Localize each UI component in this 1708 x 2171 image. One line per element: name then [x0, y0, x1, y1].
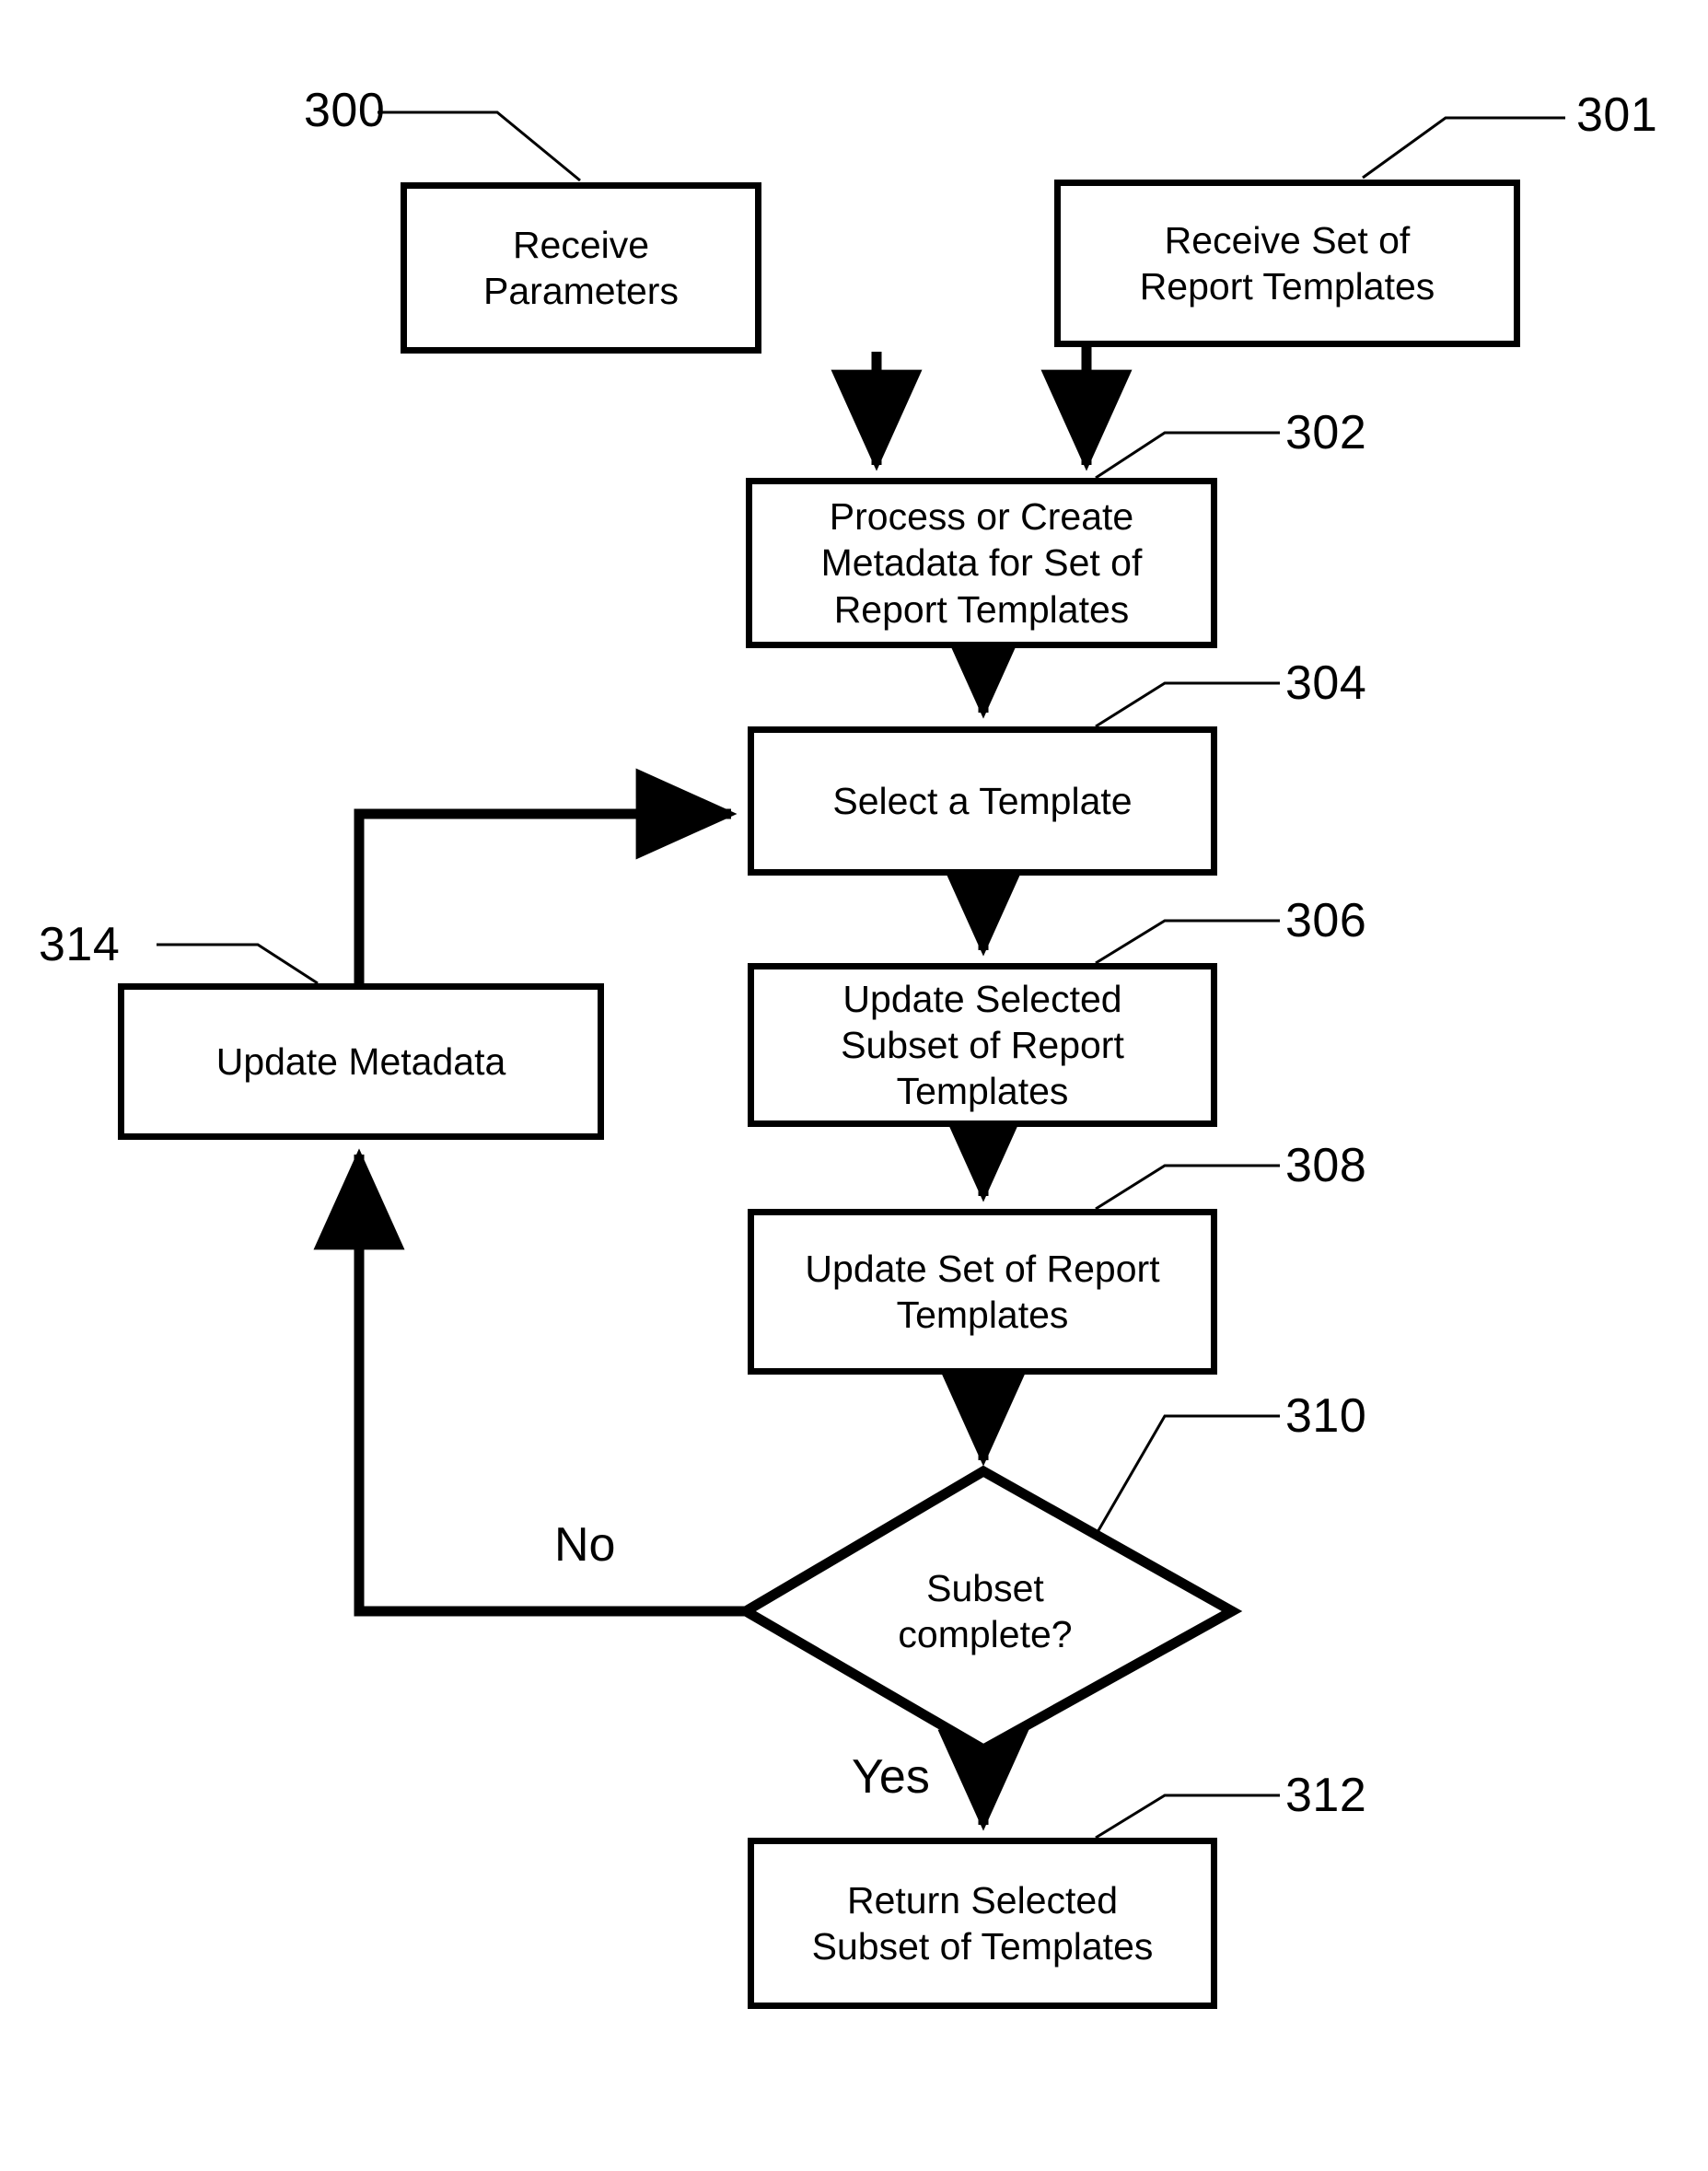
node-update-set-of-report-templates-label: Update Set of Report Templates — [805, 1247, 1160, 1336]
node-select-a-template[interactable]: Select a Template — [748, 726, 1217, 876]
edge-label-no: No — [554, 1518, 616, 1572]
leader-301 — [1362, 116, 1565, 180]
node-update-metadata[interactable]: Update Metadata — [118, 983, 604, 1140]
leader-314 — [157, 943, 319, 985]
node-process-or-create-metadata-label: Process or Create Metadata for Set of Re… — [820, 495, 1143, 631]
edge-310-no-to-314 — [313, 1148, 746, 1617]
leader-302 — [1095, 431, 1280, 480]
ref-label-301: 301 — [1576, 88, 1658, 142]
node-subset-complete-decision[interactable]: Subset complete? — [829, 1528, 1142, 1694]
flowchart-canvas: Receive Parameters Receive Set of Report… — [0, 0, 1708, 2171]
leader-310 — [1096, 1414, 1280, 1533]
node-subset-complete-decision-label: Subset complete? — [898, 1566, 1073, 1655]
ref-label-306: 306 — [1285, 894, 1367, 947]
ref-label-312: 312 — [1285, 1769, 1367, 1822]
ref-label-300: 300 — [304, 84, 386, 137]
leader-308 — [1095, 1164, 1280, 1211]
ref-label-302: 302 — [1285, 406, 1367, 459]
leader-304 — [1095, 681, 1280, 728]
node-receive-parameters-label: Receive Parameters — [483, 223, 679, 312]
node-receive-parameters[interactable]: Receive Parameters — [401, 182, 761, 354]
ref-label-304: 304 — [1285, 656, 1367, 710]
node-update-selected-subset-of-report-templates[interactable]: Update Selected Subset of Report Templat… — [748, 963, 1217, 1127]
node-process-or-create-metadata[interactable]: Process or Create Metadata for Set of Re… — [746, 478, 1217, 648]
node-update-selected-subset-of-report-templates-label: Update Selected Subset of Report Templat… — [841, 977, 1124, 1112]
node-update-set-of-report-templates[interactable]: Update Set of Report Templates — [748, 1209, 1217, 1375]
node-return-selected-subset-of-templates-label: Return Selected Subset of Templates — [811, 1878, 1154, 1968]
node-receive-set-of-report-templates-label: Receive Set of Report Templates — [1139, 218, 1435, 308]
leader-300 — [378, 110, 581, 182]
edge-314-to-304 — [354, 768, 738, 985]
ref-label-310: 310 — [1285, 1389, 1367, 1443]
node-select-a-template-label: Select a Template — [832, 779, 1133, 822]
edge-label-yes: Yes — [852, 1750, 930, 1804]
node-receive-set-of-report-templates[interactable]: Receive Set of Report Templates — [1054, 180, 1520, 347]
leader-312 — [1095, 1794, 1280, 1840]
leader-306 — [1095, 919, 1280, 965]
ref-label-314: 314 — [39, 918, 121, 971]
node-update-metadata-label: Update Metadata — [215, 1039, 506, 1083]
ref-label-308: 308 — [1285, 1139, 1367, 1192]
node-return-selected-subset-of-templates[interactable]: Return Selected Subset of Templates — [748, 1838, 1217, 2009]
